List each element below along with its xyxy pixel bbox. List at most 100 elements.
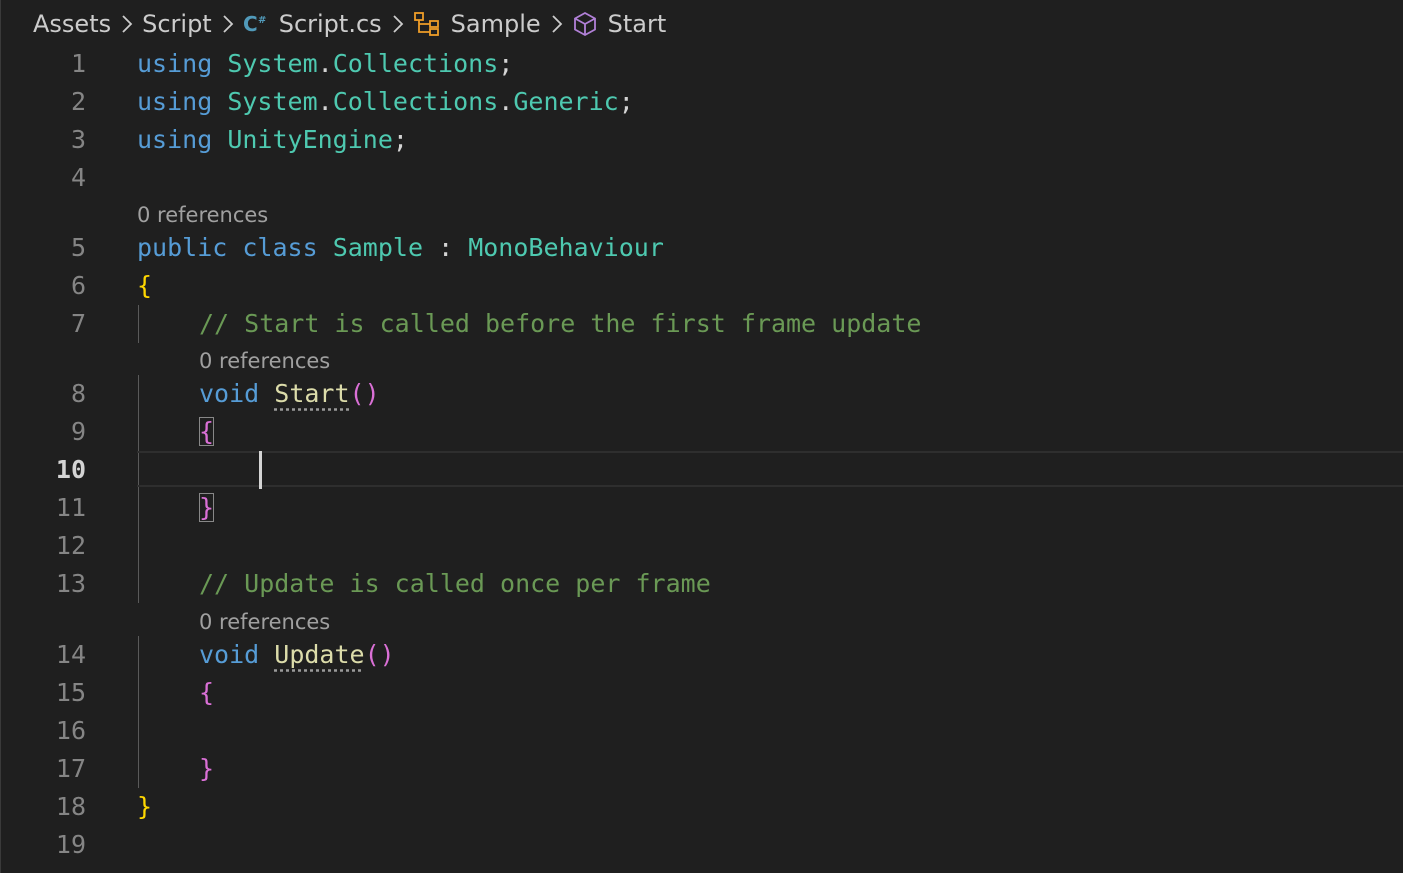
namespace-token: Collections <box>332 49 499 78</box>
punctuation-token: ; <box>498 49 514 78</box>
code-line[interactable]: 11 } <box>1 489 1403 527</box>
bracket-token: { <box>199 678 215 707</box>
code-text: { <box>199 413 215 451</box>
line-number: 6 <box>70 271 86 300</box>
bracket-token: { <box>137 271 153 300</box>
code-line[interactable]: 4 <box>1 159 1403 197</box>
code-line-active[interactable]: 10 <box>1 451 1403 489</box>
breadcrumb-item-script-file[interactable]: C # Script.cs <box>243 10 382 38</box>
breadcrumb-label: Script <box>142 10 212 38</box>
code-line[interactable]: 16 <box>1 712 1403 750</box>
code-line[interactable]: 6 { <box>1 267 1403 305</box>
method-cube-icon <box>572 11 598 37</box>
line-number: 8 <box>70 379 86 408</box>
codelens-references[interactable]: 0 references <box>199 607 330 637</box>
codelens-references[interactable]: 0 references <box>199 346 330 376</box>
namespace-token: Generic <box>513 87 619 116</box>
comment-token: // Start is called before the first fram… <box>199 309 922 338</box>
chevron-right-icon <box>222 14 234 34</box>
code-line[interactable]: 15 { <box>1 674 1403 712</box>
line-number: 13 <box>55 569 86 598</box>
chevron-right-icon <box>551 14 563 34</box>
namespace-token: UnityEngine <box>227 125 393 154</box>
line-number: 10 <box>55 455 86 484</box>
breadcrumb-item-method-start[interactable]: Start <box>572 10 667 38</box>
breadcrumb-item-assets[interactable]: Assets <box>33 10 111 38</box>
svg-text:C: C <box>243 12 258 36</box>
matched-bracket-token: } <box>199 493 215 522</box>
class-name-token: Sample <box>332 233 424 262</box>
line-number: 2 <box>70 87 86 116</box>
code-line[interactable]: 13 // Update is called once per frame <box>1 565 1403 603</box>
breadcrumb: Assets Script C # Script.cs Sample Start <box>33 6 666 42</box>
keyword-token: class <box>242 233 318 262</box>
punctuation-token: . <box>317 87 333 116</box>
breadcrumb-label: Sample <box>450 10 541 38</box>
code-line[interactable]: 7 // Start is called before the first fr… <box>1 305 1403 343</box>
punctuation-token: . <box>498 87 514 116</box>
text-cursor <box>259 451 262 489</box>
base-type-token: MonoBehaviour <box>468 233 664 262</box>
code-text: using System.Collections.Generic; <box>137 83 634 121</box>
breadcrumb-label: Script.cs <box>278 10 382 38</box>
bracket-token: } <box>199 754 215 783</box>
breadcrumb-item-script-folder[interactable]: Script <box>142 10 212 38</box>
breadcrumb-label: Start <box>607 10 667 38</box>
keyword-token: public <box>137 233 228 262</box>
code-line[interactable]: 9 { <box>1 413 1403 451</box>
code-editor[interactable]: Assets Script C # Script.cs Sample Start… <box>0 0 1403 873</box>
code-text: void Start() <box>199 375 380 413</box>
class-icon <box>413 11 441 37</box>
line-number: 1 <box>70 49 86 78</box>
method-name-token[interactable]: Start <box>274 379 349 408</box>
code-line[interactable]: 17 } <box>1 750 1403 788</box>
line-number: 9 <box>70 417 86 446</box>
breadcrumb-item-class-sample[interactable]: Sample <box>413 10 541 38</box>
code-text: void Update() <box>199 636 395 674</box>
codelens-references[interactable]: 0 references <box>137 200 268 230</box>
code-text: } <box>199 750 214 788</box>
bracket-token: () <box>364 640 395 669</box>
line-number: 15 <box>55 678 86 707</box>
code-line[interactable]: 1 using System.Collections; <box>1 45 1403 83</box>
code-line[interactable]: 14 void Update() <box>1 636 1403 674</box>
bracket-token: () <box>349 379 380 408</box>
namespace-token: System <box>227 87 318 116</box>
code-text: using UnityEngine; <box>137 121 408 159</box>
code-line[interactable]: 12 <box>1 527 1403 565</box>
code-line[interactable]: 5 public class Sample : MonoBehaviour <box>1 229 1403 267</box>
line-number: 5 <box>70 233 86 262</box>
code-line[interactable]: 2 using System.Collections.Generic; <box>1 83 1403 121</box>
csharp-file-icon: C # <box>243 12 269 36</box>
chevron-right-icon <box>121 14 133 34</box>
breadcrumb-label: Assets <box>33 10 112 38</box>
code-line[interactable]: 19 <box>1 826 1403 864</box>
bracket-token: } <box>137 792 153 821</box>
keyword-token: using <box>137 87 213 116</box>
line-number: 18 <box>55 792 86 821</box>
line-number: 7 <box>70 309 86 338</box>
line-number: 19 <box>55 830 86 859</box>
line-number: 3 <box>70 125 86 154</box>
keyword-token: void <box>199 379 260 408</box>
line-number: 17 <box>55 754 86 783</box>
code-text: } <box>199 489 215 527</box>
line-number: 12 <box>55 531 86 560</box>
line-number: 14 <box>55 640 86 669</box>
namespace-token: System <box>227 49 318 78</box>
code-text: { <box>199 674 214 712</box>
code-text: { <box>137 267 152 305</box>
code-line[interactable]: 8 void Start() <box>1 375 1403 413</box>
matched-bracket-token: { <box>199 417 215 446</box>
line-number: 16 <box>55 716 86 745</box>
keyword-token: using <box>137 125 213 154</box>
punctuation-token: ; <box>618 87 634 116</box>
punctuation-token: ; <box>392 125 408 154</box>
comment-token: // Update is called once per frame <box>199 569 711 598</box>
code-text: } <box>137 788 152 826</box>
method-name-token[interactable]: Update <box>274 640 364 669</box>
code-line[interactable]: 3 using UnityEngine; <box>1 121 1403 159</box>
line-number: 11 <box>55 493 86 522</box>
code-line[interactable]: 18 } <box>1 788 1403 826</box>
punctuation-token: : <box>438 233 454 262</box>
